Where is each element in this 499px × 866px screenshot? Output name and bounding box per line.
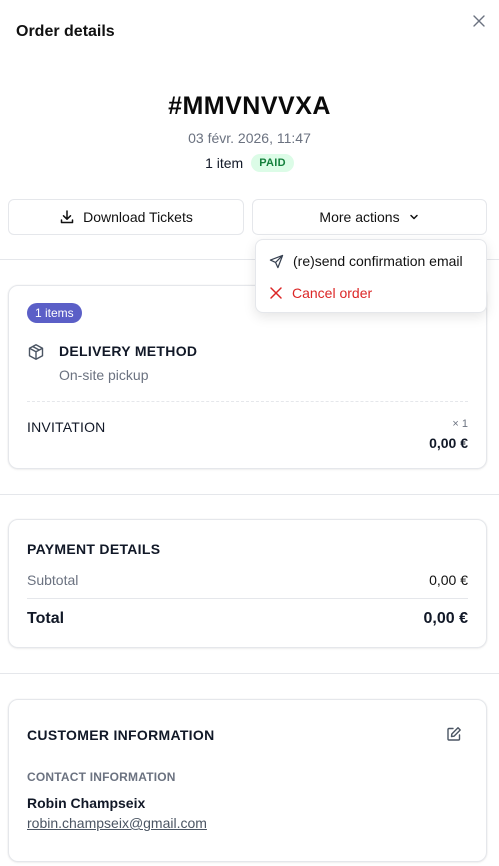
item-separator bbox=[27, 401, 468, 402]
close-button[interactable] bbox=[468, 10, 490, 32]
send-icon bbox=[269, 254, 284, 268]
payment-separator bbox=[27, 598, 468, 599]
edit-icon[interactable] bbox=[446, 726, 462, 742]
resend-confirmation-label: (re)send confirmation email bbox=[293, 253, 463, 269]
chevron-down-icon bbox=[409, 214, 418, 220]
more-actions-label: More actions bbox=[319, 209, 400, 225]
order-code: #MMVNVVXA bbox=[168, 92, 331, 120]
package-icon bbox=[28, 344, 44, 360]
order-date: 03 févr. 2026, 11:47 bbox=[188, 130, 311, 146]
total-label: Total bbox=[27, 610, 65, 627]
close-icon bbox=[270, 287, 282, 299]
cancel-order-label: Cancel order bbox=[292, 285, 373, 301]
customer-email-link[interactable]: robin.champseix@gmail.com bbox=[27, 815, 207, 831]
cancel-order-menu-item[interactable]: Cancel order bbox=[256, 278, 486, 308]
more-actions-menu: (re)send confirmation email Cancel order bbox=[255, 239, 487, 313]
section-divider bbox=[0, 494, 499, 495]
customer-name: Robin Champseix bbox=[27, 795, 146, 811]
delivery-method-title: DELIVERY METHOD bbox=[59, 343, 198, 359]
download-tickets-label: Download Tickets bbox=[83, 209, 193, 225]
close-icon bbox=[473, 15, 485, 27]
order-meta: 1 item PAID bbox=[0, 154, 499, 172]
status-badge: PAID bbox=[251, 154, 294, 172]
more-actions-button[interactable]: More actions bbox=[252, 199, 487, 235]
total-value: 0,00 € bbox=[423, 610, 468, 627]
items-count-badge: 1 items bbox=[27, 303, 82, 323]
customer-information-title: CUSTOMER INFORMATION bbox=[27, 727, 215, 743]
download-icon bbox=[60, 210, 74, 224]
download-tickets-button[interactable]: Download Tickets bbox=[8, 199, 244, 235]
section-divider bbox=[0, 673, 499, 674]
payment-details-card: PAYMENT DETAILS Subtotal 0,00 € Total 0,… bbox=[8, 519, 487, 648]
subtotal-value: 0,00 € bbox=[429, 572, 468, 588]
payment-details-title: PAYMENT DETAILS bbox=[27, 541, 161, 557]
subtotal-label: Subtotal bbox=[27, 572, 79, 588]
resend-confirmation-menu-item[interactable]: (re)send confirmation email bbox=[256, 246, 486, 276]
line-item-quantity: × 1 bbox=[452, 418, 468, 430]
order-item-count: 1 item bbox=[205, 155, 244, 171]
line-item-price: 0,00 € bbox=[429, 435, 468, 451]
panel-title: Order details bbox=[16, 23, 115, 40]
line-item-name: INVITATION bbox=[27, 419, 106, 435]
contact-information-label: CONTACT INFORMATION bbox=[27, 770, 176, 784]
customer-information-card: CUSTOMER INFORMATION CONTACT INFORMATION… bbox=[8, 699, 487, 862]
delivery-method-value: On-site pickup bbox=[59, 367, 149, 383]
